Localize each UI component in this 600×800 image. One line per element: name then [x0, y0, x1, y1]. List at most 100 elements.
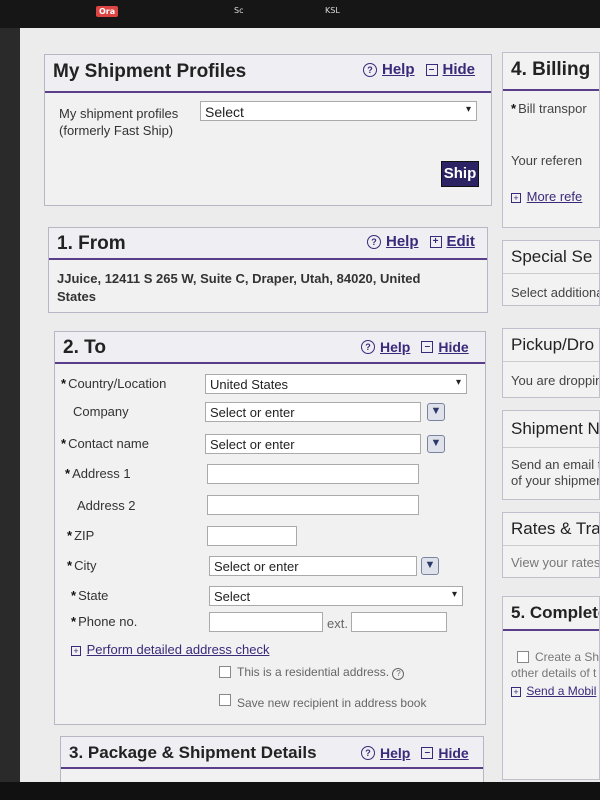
billing-title: 4. Billing	[511, 59, 591, 80]
special-services-title: Special Se	[511, 247, 593, 266]
shipment-profiles-panel: My Shipment Profiles ? Help – Hide My sh…	[44, 54, 492, 206]
complete-shipment-panel: 5. Complete Create a Sh other details of…	[502, 596, 600, 780]
help-icon[interactable]: ?	[392, 668, 405, 680]
panel-title: 2. To	[63, 337, 106, 358]
hide-link[interactable]: Hide	[438, 339, 468, 355]
address1-input[interactable]	[207, 464, 419, 484]
complete-title: 5. Complete	[511, 603, 600, 622]
panel-title: 3. Package & Shipment Details	[69, 743, 317, 762]
help-link[interactable]: Help	[380, 745, 410, 761]
top-taskbar: Ora Sc KSL	[0, 0, 600, 28]
save-recipient-checkbox[interactable]	[219, 694, 231, 706]
collapse-icon: –	[421, 341, 434, 353]
contact-label: * Contact name	[61, 436, 149, 451]
company-input[interactable]: Select or enter	[205, 402, 421, 422]
special-services-panel: Special Se Select additiona	[502, 240, 600, 306]
rates-text: View your rates	[511, 555, 600, 570]
city-dropdown-button[interactable]: ▼	[421, 557, 439, 575]
save-recipient-label: Save new recipient in address book	[237, 696, 427, 710]
expand-icon: +	[511, 687, 521, 697]
taskbar-item[interactable]: KSL	[325, 6, 340, 15]
from-panel: 1. From ? Help + Edit JJuice, 12411 S 26…	[48, 227, 488, 313]
country-select[interactable]: United States	[205, 374, 467, 394]
create-shipment-checkbox[interactable]	[517, 651, 529, 663]
complete-text: other details of t	[511, 666, 597, 680]
zip-input[interactable]	[207, 526, 297, 546]
pickup-panel: Pickup/Dro You are droppin	[502, 328, 600, 398]
help-hide-links: ? Help – Hide	[363, 61, 475, 78]
address-check-row: + Perform detailed address check	[71, 642, 269, 657]
ext-input[interactable]	[351, 612, 447, 632]
notification-title: Shipment N	[511, 419, 600, 438]
help-hide-links: ? Help – Hide	[361, 745, 469, 761]
bottom-bezel	[0, 782, 600, 800]
panel-header: 3. Package & Shipment Details ? Help – H…	[61, 737, 483, 769]
address2-input[interactable]	[207, 495, 419, 515]
residential-label: This is a residential address. ?	[237, 665, 406, 680]
help-icon: ?	[367, 234, 381, 249]
help-icon: ?	[361, 340, 375, 354]
taskbar-item[interactable]: Sc	[234, 6, 243, 15]
shipment-notification-panel: Shipment N Send an email to of your ship…	[502, 410, 600, 500]
panel-title: My Shipment Profiles	[53, 61, 247, 82]
special-services-text: Select additiona	[511, 285, 600, 300]
help-link[interactable]: Help	[386, 233, 419, 250]
collapse-icon: –	[425, 63, 438, 76]
pickup-title: Pickup/Dro	[511, 335, 595, 354]
ext-label: ext.	[327, 616, 348, 631]
taskbar-app-icon[interactable]: Ora	[96, 6, 119, 17]
city-label: * City	[67, 558, 97, 573]
to-panel: 2. To ? Help – Hide * Country/Location Un…	[54, 331, 486, 725]
edit-link[interactable]: Edit	[447, 233, 475, 250]
panel-title: 1. From	[57, 233, 126, 254]
address1-label: * Address 1	[65, 466, 131, 481]
complete-text: Create a Sh	[535, 650, 600, 664]
state-label: * State	[71, 588, 109, 603]
expand-icon: +	[71, 646, 81, 656]
more-reference-row: + More refe	[511, 189, 582, 205]
panel-header: 1. From ? Help + Edit	[49, 228, 487, 260]
help-hide-links: ? Help – Hide	[361, 339, 469, 355]
help-edit-links: ? Help + Edit	[367, 233, 475, 250]
notification-text: of your shipment	[511, 473, 600, 488]
bill-transport-label: * Bill transpor	[511, 101, 587, 116]
zip-label: * ZIP	[67, 528, 95, 543]
phone-input[interactable]	[209, 612, 323, 632]
rates-panel: Rates & Tra View your rates	[502, 512, 600, 578]
help-icon: ?	[361, 746, 375, 760]
notification-text: Send an email to	[511, 457, 600, 472]
expand-icon: +	[511, 193, 521, 203]
city-input[interactable]: Select or enter	[209, 556, 417, 576]
send-mobile-link[interactable]: Send a Mobil	[526, 684, 596, 698]
residential-checkbox[interactable]	[219, 666, 231, 678]
rates-title: Rates & Tra	[511, 519, 600, 538]
company-label: Company	[73, 404, 129, 419]
panel-header: My Shipment Profiles ? Help – Hide	[45, 55, 491, 93]
profiles-select[interactable]: Select	[200, 101, 477, 121]
help-link[interactable]: Help	[380, 339, 410, 355]
mobile-link-row: + Send a Mobil	[511, 683, 596, 699]
address2-label: Address 2	[77, 498, 136, 513]
expand-icon: +	[429, 235, 442, 248]
hide-link[interactable]: Hide	[443, 61, 476, 78]
help-icon: ?	[363, 62, 377, 77]
contact-input[interactable]: Select or enter	[205, 434, 421, 454]
billing-panel: 4. Billing * Bill transpor Your referen +…	[502, 52, 600, 228]
your-reference-label: Your referen	[511, 153, 583, 168]
profiles-label: My shipment profiles (formerly Fast Ship…	[59, 106, 179, 138]
more-reference-link[interactable]: More refe	[527, 189, 583, 204]
from-address: JJuice, 12411 S 265 W, Suite C, Draper, …	[57, 271, 421, 304]
help-link[interactable]: Help	[382, 61, 415, 78]
company-dropdown-button[interactable]: ▼	[427, 403, 445, 421]
ship-button[interactable]: Ship	[441, 161, 479, 187]
collapse-icon: –	[421, 747, 434, 759]
country-label: * Country/Location	[61, 376, 167, 391]
phone-label: * Phone no.	[71, 614, 138, 629]
panel-header: 2. To ? Help – Hide	[55, 332, 485, 364]
contact-dropdown-button[interactable]: ▼	[427, 435, 445, 453]
address-check-link[interactable]: Perform detailed address check	[87, 642, 270, 657]
state-select[interactable]: Select	[209, 586, 463, 606]
pickup-text: You are droppin	[511, 373, 600, 388]
page-viewport: My Shipment Profiles ? Help – Hide My sh…	[20, 28, 600, 800]
hide-link[interactable]: Hide	[438, 745, 468, 761]
